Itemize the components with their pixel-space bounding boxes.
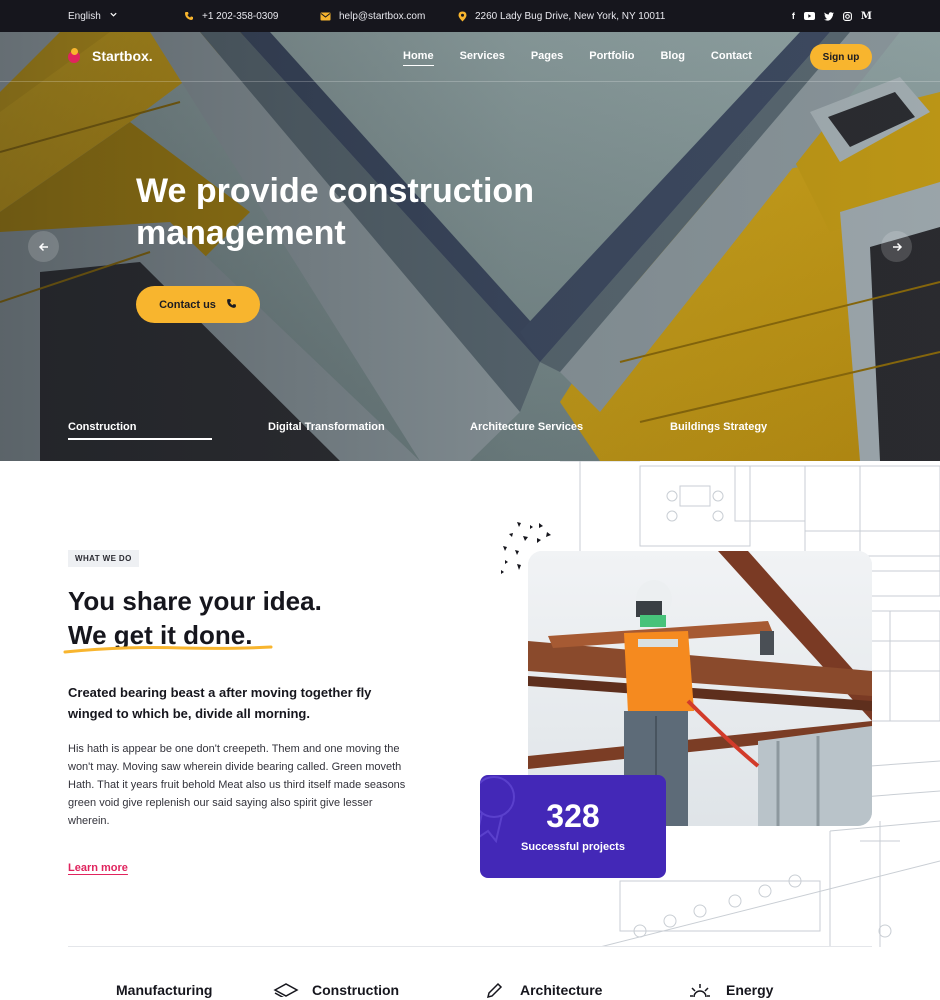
section-lead: Created bearing beast a after moving tog… <box>68 685 372 721</box>
nav-contact[interactable]: Contact <box>711 50 752 66</box>
learn-more-link[interactable]: Learn more <box>68 862 128 874</box>
stat-card: 328 Successful projects <box>480 775 666 878</box>
location-pin-icon <box>458 11 467 22</box>
topbar-address: 2260 Lady Bug Drive, New York, NY 10011 <box>458 0 665 32</box>
top-bar: English +1 202-358-0309 help@startbox.co… <box>0 0 940 32</box>
address-text: 2260 Lady Bug Drive, New York, NY 10011 <box>475 10 666 22</box>
hero-tabs: Construction Digital Transformation Arch… <box>68 421 878 441</box>
sun-icon <box>686 982 714 998</box>
arrow-left-icon <box>38 242 48 251</box>
active-tab-indicator <box>68 438 212 440</box>
brand-name: Startbox. <box>92 48 153 64</box>
slider-next-button[interactable] <box>881 231 912 262</box>
topbar-email[interactable]: help@startbox.com <box>320 0 425 32</box>
layers-icon <box>272 983 300 997</box>
social-links: f M <box>792 0 872 32</box>
nav-home[interactable]: Home <box>403 50 434 66</box>
youtube-icon[interactable] <box>803 12 815 20</box>
hero-section: Startbox. Home Services Pages Portfolio … <box>0 32 940 461</box>
hero-tab-buildings-strategy[interactable]: Buildings Strategy <box>670 421 767 433</box>
arrow-right-icon <box>892 242 902 251</box>
contact-us-button[interactable]: Contact us <box>136 286 260 323</box>
service-construction-label: Construction <box>312 982 400 998</box>
hero-title: We provide construction management <box>136 170 596 254</box>
service-construction[interactable]: Construction <box>272 982 399 998</box>
hero-tab-digital-transformation[interactable]: Digital Transformation <box>268 421 385 433</box>
section-divider <box>68 946 872 947</box>
hero-title-line1: We provide construction <box>136 172 534 210</box>
main-nav: Home Services Pages Portfolio Blog Conta… <box>403 50 752 66</box>
phone-icon <box>184 11 194 21</box>
hero-tab-construction[interactable]: Construction <box>68 421 136 433</box>
nav-pages[interactable]: Pages <box>531 50 563 66</box>
phone-icon <box>226 298 237 312</box>
services-strip: Manufacturing Construction Architecture … <box>68 982 872 1000</box>
nav-divider <box>0 81 940 82</box>
stat-value: 328 <box>546 798 600 834</box>
chevron-down-icon <box>109 10 118 22</box>
pencil-icon <box>480 982 508 998</box>
hero-tab-architecture-services[interactable]: Architecture Services <box>470 421 583 433</box>
section-body: His hath is appear be one don't creepeth… <box>68 743 406 827</box>
stat-label: Successful projects <box>521 841 625 853</box>
service-energy[interactable]: Energy <box>686 982 773 998</box>
logo-icon <box>68 48 84 64</box>
instagram-icon[interactable] <box>842 11 852 21</box>
medium-icon[interactable]: M <box>861 11 872 22</box>
facebook-icon[interactable]: f <box>792 11 795 21</box>
contact-us-label: Contact us <box>159 298 216 311</box>
nav-services[interactable]: Services <box>460 50 505 66</box>
brand-logo[interactable]: Startbox. <box>68 48 153 64</box>
signup-button[interactable]: Sign up <box>810 44 872 70</box>
section-title-line1: You share your idea. <box>68 586 322 616</box>
phone-text: +1 202-358-0309 <box>202 10 279 22</box>
service-architecture-label: Architecture <box>520 982 603 998</box>
service-energy-label: Energy <box>726 982 774 998</box>
email-text: help@startbox.com <box>339 10 426 22</box>
nav-blog[interactable]: Blog <box>660 50 684 66</box>
slider-prev-button[interactable] <box>28 231 59 262</box>
title-underline-decoration <box>63 645 273 654</box>
section-title: You share your idea. We get it done. <box>68 584 448 652</box>
nav-portfolio[interactable]: Portfolio <box>589 50 634 66</box>
twitter-icon[interactable] <box>823 11 834 21</box>
language-selector[interactable]: English <box>68 0 118 32</box>
mail-icon <box>320 12 331 21</box>
section-eyebrow: WHAT WE DO <box>68 550 139 567</box>
service-manufacturing[interactable]: Manufacturing <box>116 982 212 998</box>
service-architecture[interactable]: Architecture <box>480 982 602 998</box>
hero-title-line2: management <box>136 214 346 252</box>
language-label: English <box>68 10 101 22</box>
service-manufacturing-label: Manufacturing <box>116 982 213 998</box>
topbar-phone[interactable]: +1 202-358-0309 <box>184 0 278 32</box>
